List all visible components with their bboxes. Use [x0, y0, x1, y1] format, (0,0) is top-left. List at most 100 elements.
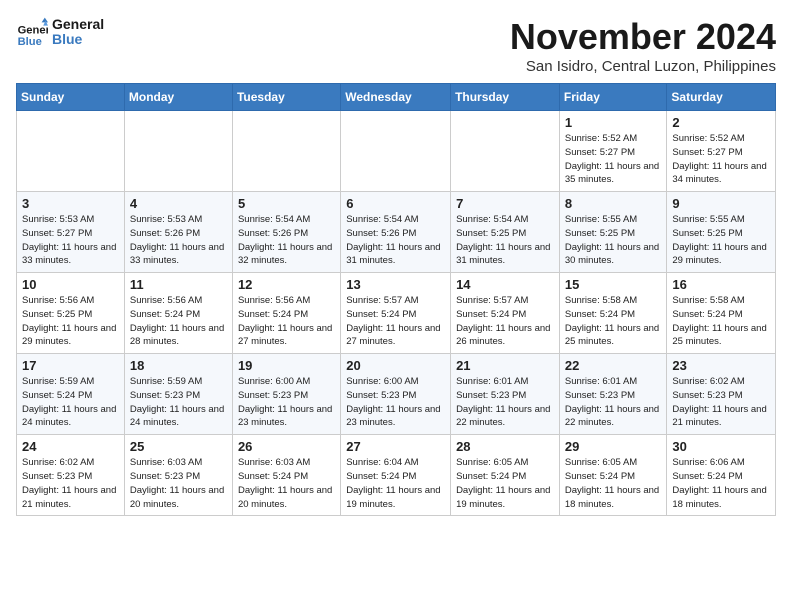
calendar-cell: [341, 111, 451, 192]
day-number: 12: [238, 277, 335, 292]
calendar-cell: 8 Sunrise: 5:55 AM Sunset: 5:25 PM Daylig…: [559, 192, 667, 273]
weekday-header-tuesday: Tuesday: [232, 84, 340, 111]
calendar-cell: 22 Sunrise: 6:01 AM Sunset: 5:23 PM Dayli…: [559, 354, 667, 435]
calendar-week-4: 17 Sunrise: 5:59 AM Sunset: 5:24 PM Dayli…: [17, 354, 776, 435]
day-info: Sunrise: 5:54 AM Sunset: 5:26 PM Dayligh…: [238, 213, 335, 268]
day-number: 19: [238, 358, 335, 373]
day-number: 10: [22, 277, 119, 292]
calendar-cell: 16 Sunrise: 5:58 AM Sunset: 5:24 PM Dayli…: [667, 273, 776, 354]
day-info: Sunrise: 6:00 AM Sunset: 5:23 PM Dayligh…: [238, 375, 335, 430]
day-number: 2: [672, 115, 770, 130]
day-info: Sunrise: 5:56 AM Sunset: 5:25 PM Dayligh…: [22, 294, 119, 349]
day-number: 13: [346, 277, 445, 292]
day-number: 11: [130, 277, 227, 292]
calendar-cell: 4 Sunrise: 5:53 AM Sunset: 5:26 PM Daylig…: [124, 192, 232, 273]
calendar-cell: 1 Sunrise: 5:52 AM Sunset: 5:27 PM Daylig…: [559, 111, 667, 192]
day-info: Sunrise: 5:54 AM Sunset: 5:25 PM Dayligh…: [456, 213, 554, 268]
calendar-week-1: 1 Sunrise: 5:52 AM Sunset: 5:27 PM Daylig…: [17, 111, 776, 192]
day-info: Sunrise: 5:52 AM Sunset: 5:27 PM Dayligh…: [672, 132, 770, 187]
logo: General Blue General Blue: [16, 16, 104, 48]
day-number: 14: [456, 277, 554, 292]
day-number: 4: [130, 196, 227, 211]
day-info: Sunrise: 5:54 AM Sunset: 5:26 PM Dayligh…: [346, 213, 445, 268]
weekday-header-thursday: Thursday: [451, 84, 560, 111]
calendar-cell: 28Sunrise: 6:05 AM Sunset: 5:24 PM Dayli…: [451, 435, 560, 516]
calendar-week-3: 10 Sunrise: 5:56 AM Sunset: 5:25 PM Dayli…: [17, 273, 776, 354]
title-block: November 2024 San Isidro, Central Luzon,…: [510, 16, 776, 75]
day-number: 24: [22, 439, 119, 454]
calendar-cell: 30 Sunrise: 6:06 AM Sunset: 5:24 PM Dayli…: [667, 435, 776, 516]
day-number: 7: [456, 196, 554, 211]
day-number: 8: [565, 196, 662, 211]
logo-icon: General Blue: [16, 16, 48, 48]
calendar-cell: 9Sunrise: 5:55 AM Sunset: 5:25 PM Daylig…: [667, 192, 776, 273]
calendar-cell: [17, 111, 125, 192]
day-info: Sunrise: 6:00 AM Sunset: 5:23 PM Dayligh…: [346, 375, 445, 430]
day-number: 9: [672, 196, 770, 211]
calendar-cell: 29Sunrise: 6:05 AM Sunset: 5:24 PM Dayli…: [559, 435, 667, 516]
day-number: 16: [672, 277, 770, 292]
calendar-cell: 26Sunrise: 6:03 AM Sunset: 5:24 PM Dayli…: [232, 435, 340, 516]
day-number: 3: [22, 196, 119, 211]
calendar-cell: 11Sunrise: 5:56 AM Sunset: 5:24 PM Dayli…: [124, 273, 232, 354]
weekday-header-wednesday: Wednesday: [341, 84, 451, 111]
calendar-cell: 20 Sunrise: 6:00 AM Sunset: 5:23 PM Dayli…: [341, 354, 451, 435]
day-number: 23: [672, 358, 770, 373]
day-number: 27: [346, 439, 445, 454]
day-info: Sunrise: 5:59 AM Sunset: 5:24 PM Dayligh…: [22, 375, 119, 430]
day-info: Sunrise: 5:53 AM Sunset: 5:27 PM Dayligh…: [22, 213, 119, 268]
day-info: Sunrise: 6:01 AM Sunset: 5:23 PM Dayligh…: [565, 375, 662, 430]
day-info: Sunrise: 5:57 AM Sunset: 5:24 PM Dayligh…: [346, 294, 445, 349]
weekday-header-row: SundayMondayTuesdayWednesdayThursdayFrid…: [17, 84, 776, 111]
calendar-table: SundayMondayTuesdayWednesdayThursdayFrid…: [16, 83, 776, 516]
day-info: Sunrise: 6:02 AM Sunset: 5:23 PM Dayligh…: [22, 456, 119, 511]
calendar-cell: 7 Sunrise: 5:54 AM Sunset: 5:25 PM Daylig…: [451, 192, 560, 273]
calendar-cell: 17 Sunrise: 5:59 AM Sunset: 5:24 PM Dayli…: [17, 354, 125, 435]
day-info: Sunrise: 6:04 AM Sunset: 5:24 PM Dayligh…: [346, 456, 445, 511]
day-info: Sunrise: 6:01 AM Sunset: 5:23 PM Dayligh…: [456, 375, 554, 430]
calendar-cell: [232, 111, 340, 192]
calendar-week-2: 3 Sunrise: 5:53 AM Sunset: 5:27 PM Daylig…: [17, 192, 776, 273]
day-number: 28: [456, 439, 554, 454]
day-info: Sunrise: 5:57 AM Sunset: 5:24 PM Dayligh…: [456, 294, 554, 349]
weekday-header-sunday: Sunday: [17, 84, 125, 111]
day-info: Sunrise: 5:53 AM Sunset: 5:26 PM Dayligh…: [130, 213, 227, 268]
weekday-header-monday: Monday: [124, 84, 232, 111]
day-number: 15: [565, 277, 662, 292]
calendar-cell: 3 Sunrise: 5:53 AM Sunset: 5:27 PM Daylig…: [17, 192, 125, 273]
day-number: 1: [565, 115, 662, 130]
calendar-cell: 6 Sunrise: 5:54 AM Sunset: 5:26 PM Daylig…: [341, 192, 451, 273]
page-header: General Blue General Blue November 2024 …: [16, 16, 776, 75]
day-info: Sunrise: 6:05 AM Sunset: 5:24 PM Dayligh…: [565, 456, 662, 511]
day-info: Sunrise: 5:58 AM Sunset: 5:24 PM Dayligh…: [565, 294, 662, 349]
location-subtitle: San Isidro, Central Luzon, Philippines: [510, 58, 776, 75]
logo-line1: General: [52, 17, 104, 32]
day-info: Sunrise: 5:58 AM Sunset: 5:24 PM Dayligh…: [672, 294, 770, 349]
day-number: 20: [346, 358, 445, 373]
day-number: 18: [130, 358, 227, 373]
day-info: Sunrise: 6:06 AM Sunset: 5:24 PM Dayligh…: [672, 456, 770, 511]
day-info: Sunrise: 5:52 AM Sunset: 5:27 PM Dayligh…: [565, 132, 662, 187]
day-info: Sunrise: 5:59 AM Sunset: 5:23 PM Dayligh…: [130, 375, 227, 430]
calendar-cell: 15 Sunrise: 5:58 AM Sunset: 5:24 PM Dayli…: [559, 273, 667, 354]
day-number: 6: [346, 196, 445, 211]
day-number: 22: [565, 358, 662, 373]
weekday-header-friday: Friday: [559, 84, 667, 111]
day-number: 17: [22, 358, 119, 373]
day-info: Sunrise: 6:02 AM Sunset: 5:23 PM Dayligh…: [672, 375, 770, 430]
day-info: Sunrise: 6:03 AM Sunset: 5:23 PM Dayligh…: [130, 456, 227, 511]
month-title: November 2024: [510, 16, 776, 58]
calendar-cell: [124, 111, 232, 192]
calendar-cell: 13 Sunrise: 5:57 AM Sunset: 5:24 PM Dayli…: [341, 273, 451, 354]
calendar-cell: 18 Sunrise: 5:59 AM Sunset: 5:23 PM Dayli…: [124, 354, 232, 435]
day-number: 21: [456, 358, 554, 373]
logo-line2: Blue: [52, 32, 104, 47]
calendar-cell: 21 Sunrise: 6:01 AM Sunset: 5:23 PM Dayli…: [451, 354, 560, 435]
calendar-cell: 5 Sunrise: 5:54 AM Sunset: 5:26 PM Daylig…: [232, 192, 340, 273]
day-number: 30: [672, 439, 770, 454]
day-number: 5: [238, 196, 335, 211]
day-info: Sunrise: 5:55 AM Sunset: 5:25 PM Dayligh…: [565, 213, 662, 268]
day-number: 25: [130, 439, 227, 454]
day-info: Sunrise: 5:56 AM Sunset: 5:24 PM Dayligh…: [238, 294, 335, 349]
calendar-cell: 25 Sunrise: 6:03 AM Sunset: 5:23 PM Dayli…: [124, 435, 232, 516]
